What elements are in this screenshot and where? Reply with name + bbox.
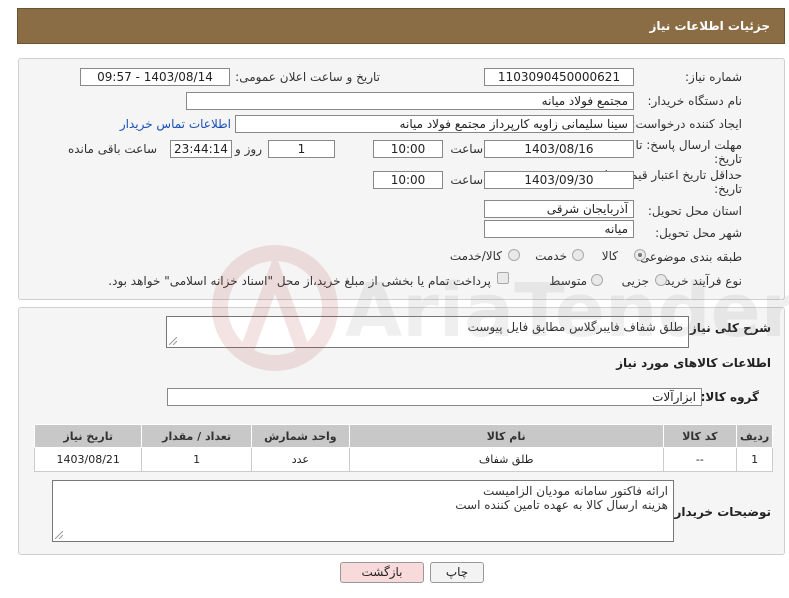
goods-table-header: ردیف کد کالا نام کالا واحد شمارش تعداد /… bbox=[33, 424, 773, 448]
buyer-contact-link[interactable]: اطلاعات تماس خریدار bbox=[120, 117, 231, 131]
print-button[interactable]: چاپ bbox=[430, 562, 484, 583]
category-option-goods: کالا bbox=[601, 249, 618, 263]
cell-code: -- bbox=[662, 447, 738, 472]
announce-field: 1403/08/14 - 09:57 bbox=[80, 68, 230, 86]
process-option-medium: متوسط bbox=[549, 274, 587, 288]
deadline-time-label: ساعت bbox=[450, 142, 483, 156]
description-label: شرح کلی نیاز: bbox=[685, 321, 771, 335]
col-header-date: تاریخ نیاز bbox=[33, 424, 143, 448]
process-radio-minor[interactable] bbox=[655, 274, 667, 286]
cell-unit: عدد bbox=[250, 447, 350, 472]
treasury-payment-checkbox[interactable] bbox=[497, 272, 509, 284]
resize-grip-icon[interactable] bbox=[55, 531, 63, 539]
page-title: جزئیات اطلاعات نیاز bbox=[649, 19, 770, 33]
process-radio-medium[interactable] bbox=[591, 274, 603, 286]
buyer-org-label: نام دستگاه خریدار: bbox=[647, 94, 743, 108]
need-number-field: 1103090450000621 bbox=[484, 68, 634, 86]
process-option-minor: جزیی bbox=[621, 274, 649, 288]
category-option-goods-service: کالا/خدمت bbox=[449, 249, 502, 263]
goods-table: ردیف کد کالا نام کالا واحد شمارش تعداد /… bbox=[33, 424, 773, 472]
buyer-notes-label: توضیحات خریدار: bbox=[669, 505, 771, 519]
payment-note: پرداخت تمام یا بخشی از مبلغ خرید،از محل … bbox=[108, 274, 491, 288]
buyer-notes-line-2: هزینه ارسال کالا به عهده تامین کننده است bbox=[455, 498, 668, 512]
cell-name: طلق شفاف bbox=[348, 447, 664, 472]
table-row: 1 -- طلق شفاف عدد 1 1403/08/21 bbox=[33, 447, 773, 472]
buyer-org-field: مجتمع فولاد میانه bbox=[186, 92, 634, 110]
announce-label: تاریخ و ساعت اعلان عمومی: bbox=[235, 70, 380, 84]
col-header-unit: واحد شمارش bbox=[250, 424, 350, 448]
back-button[interactable]: بازگشت bbox=[340, 562, 424, 583]
days-label: روز و bbox=[235, 142, 262, 156]
category-option-service: خدمت bbox=[535, 249, 567, 263]
creator-field: سینا سلیمانی زاویه کارپرداز مجتمع فولاد … bbox=[235, 115, 634, 133]
validity-label-date: تاریخ: bbox=[714, 182, 742, 196]
cell-row-number: 1 bbox=[736, 447, 773, 472]
province-label: استان محل تحویل: bbox=[647, 204, 742, 218]
deadline-time-field: 10:00 bbox=[373, 140, 443, 158]
page-header: جزئیات اطلاعات نیاز bbox=[17, 8, 785, 44]
description-textarea: طلق شفاف فایبرگلاس مطابق فایل پیوست bbox=[166, 316, 689, 348]
category-radio-goods[interactable] bbox=[634, 249, 646, 261]
col-header-quantity: تعداد / مقدار bbox=[141, 424, 252, 448]
col-header-name: نام کالا bbox=[348, 424, 664, 448]
goods-group-label: گروه کالا: bbox=[700, 390, 759, 404]
deadline-label: مهلت ارسال پاسخ: تا bbox=[635, 138, 742, 152]
city-field: میانه bbox=[484, 220, 634, 238]
remaining-label: ساعت باقی مانده bbox=[67, 142, 157, 156]
resize-grip-icon[interactable] bbox=[169, 337, 177, 345]
description-text: طلق شفاف فایبرگلاس مطابق فایل پیوست bbox=[467, 320, 683, 334]
city-label: شهر محل تحویل: bbox=[655, 226, 742, 240]
goods-info-title: اطلاعات کالاهای مورد نیاز bbox=[616, 356, 771, 370]
col-header-code: کد کالا bbox=[662, 424, 738, 448]
category-label: طبقه بندی موضوعی: bbox=[635, 250, 742, 264]
process-label: نوع فرآیند خرید : bbox=[657, 274, 742, 288]
cell-date: 1403/08/21 bbox=[33, 447, 143, 472]
validity-date-field: 1403/09/30 bbox=[484, 171, 634, 189]
category-radio-goods-service[interactable] bbox=[508, 249, 520, 261]
creator-label: ایجاد کننده درخواست: bbox=[631, 117, 742, 131]
col-header-row: ردیف bbox=[736, 424, 773, 448]
days-field: 1 bbox=[268, 140, 335, 158]
deadline-date-field: 1403/08/16 bbox=[484, 140, 634, 158]
need-number-label: شماره نیاز: bbox=[685, 70, 742, 84]
validity-time-label: ساعت bbox=[450, 173, 483, 187]
province-field: آذربایجان شرقی bbox=[484, 200, 634, 218]
buyer-notes-line-1: ارائه فاکتور سامانه مودیان الزامیست bbox=[482, 484, 668, 498]
goods-group-field: ابزارآلات bbox=[167, 388, 702, 406]
deadline-label-date: تاریخ: bbox=[714, 152, 742, 166]
cell-quantity: 1 bbox=[141, 447, 252, 472]
remaining-time-field: 23:44:14 bbox=[170, 140, 232, 158]
category-radio-service[interactable] bbox=[572, 249, 584, 261]
validity-time-field: 10:00 bbox=[373, 171, 443, 189]
buyer-notes-textarea: ارائه فاکتور سامانه مودیان الزامیست هزین… bbox=[52, 480, 674, 542]
